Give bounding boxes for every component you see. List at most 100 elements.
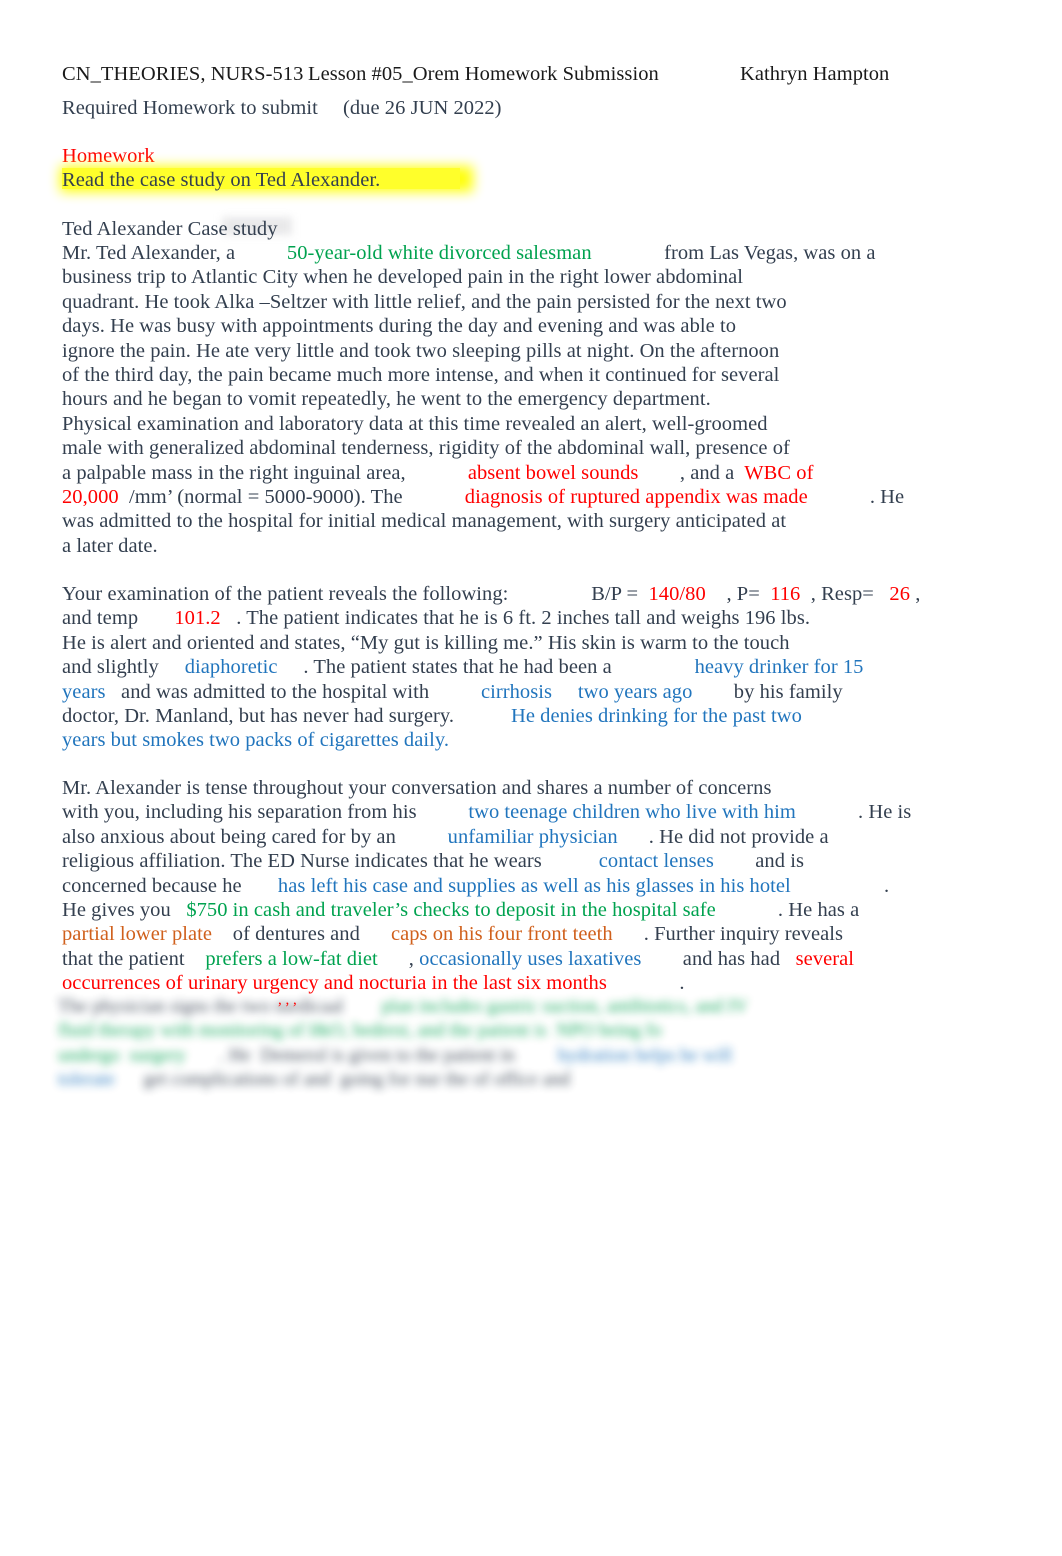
case-study-run: was admitted to the hospital for initial… — [62, 510, 787, 533]
examination-run: , Resp= — [800, 583, 880, 605]
case-study-line-5: ignore the pain. He ate very little and … — [62, 339, 779, 364]
concerns-run: of dentures and — [212, 923, 391, 946]
examination-run: 116 — [765, 583, 801, 605]
examination-run: cirrhosis — [480, 680, 553, 703]
concerns-line-5: concerned because he has left his case a… — [62, 874, 889, 899]
concerns-run: partial lower plate — [62, 923, 213, 946]
concerns-run: Mr. Alexander is tense throughout your c… — [62, 777, 772, 799]
concerns-run: has left his case and supplies as well a… — [277, 874, 791, 897]
examination-run: , — [910, 583, 921, 605]
obscured-line-2: fluid therapy with monitoring of I&O, be… — [58, 1019, 662, 1044]
case-study-run: 50-year-old white divorced salesman — [286, 242, 592, 264]
obscured-run — [520, 1045, 558, 1066]
case-study-line-4: days. He was busy with appointments duri… — [62, 314, 736, 339]
case-study-line-7: hours and he began to vomit repeatedly, … — [62, 387, 711, 412]
examination-run: years — [62, 680, 106, 703]
examination-run: two years ago — [577, 680, 693, 703]
case-study-line-8: Physical examination and laboratory data… — [62, 412, 768, 437]
concerns-run: two teenage children who live with him — [468, 801, 796, 824]
concerns-line-1: Mr. Alexander is tense throughout your c… — [62, 776, 772, 801]
case-study-line-1: Mr. Ted Alexander, a 50-year-old white d… — [62, 241, 876, 266]
examination-run: heavy drinker for 15 — [694, 656, 864, 679]
case-study-title: Ted Alexander Case study — [62, 218, 278, 240]
obscured-line-3: undergo surgery . He Demerol is given to… — [58, 1044, 732, 1069]
case-study-line-10: a palpable mass in the right inguinal ar… — [62, 461, 813, 486]
case-study-run: days. He was busy with appointments duri… — [62, 315, 736, 338]
case-study-run: a palpable mass in the right inguinal ar… — [62, 461, 468, 484]
concerns-run: also anxious about being cared for by an — [62, 825, 448, 848]
concerns-line-2: with you, including his separation from … — [62, 800, 911, 825]
case-study-line-6: of the third day, the pain became much m… — [62, 363, 779, 388]
examination-line-5: years and was admitted to the hospital w… — [62, 680, 843, 705]
header-subtitle-left: Required Homework to submit — [62, 97, 318, 119]
concerns-run: several — [795, 947, 855, 970]
concerns-run: occasionally uses laxatives — [419, 947, 642, 970]
examination-run: and slightly — [62, 656, 185, 679]
obscured-line-4: tolerate get complications of and going … — [58, 1068, 570, 1093]
concerns-run: . He did not provide a — [617, 825, 829, 848]
concerns-run: contact lenses — [598, 850, 714, 873]
concerns-line-3: also anxious about being cared for by an… — [62, 825, 829, 850]
obscured-run: hydration helps he will — [557, 1044, 733, 1066]
examination-run: 140/80 — [643, 583, 706, 605]
case-study-run: Mr. Ted Alexander, a — [62, 242, 287, 264]
case-study-run: hours and he began to vomit repeatedly, … — [62, 388, 711, 411]
concerns-run: . Further inquiry reveals — [612, 923, 844, 946]
examination-run: He is alert and oriented and states, “My… — [62, 631, 790, 654]
examination-run: B/P = — [591, 583, 644, 605]
examination-run — [552, 681, 578, 703]
concerns-line-4: religious affiliation. The ED Nurse indi… — [62, 849, 804, 874]
concerns-run: prefers a low-fat diet — [205, 947, 378, 970]
examination-line-2: and temp 101.2 . The patient indicates t… — [62, 606, 810, 631]
obscured-red-fragment: , , , — [278, 992, 297, 1008]
case-study-line-12: was admitted to the hospital for initial… — [62, 509, 786, 534]
concerns-run: occurrences of urinary urgency and noctu… — [62, 972, 607, 995]
obscured-run: NPO being fo — [556, 1020, 662, 1042]
concerns-run: . — [790, 874, 890, 897]
case-study-run: /mm’ (normal = 5000-9000). The — [118, 486, 465, 508]
concerns-run: . He is — [795, 801, 912, 824]
examination-line-4: and slightly diaphoretic . The patient s… — [62, 655, 864, 680]
obscured-run: undergo — [58, 1044, 120, 1066]
case-study-run: a later date. — [62, 534, 158, 557]
obscured-run: plan includes gastric suction, antibioti… — [381, 996, 748, 1017]
case-study-run: male with generalized abdominal tenderne… — [62, 437, 790, 460]
concerns-line-9: occurrences of urinary urgency and noctu… — [62, 971, 685, 996]
examination-run: . The patient indicates that he is 6 ft.… — [220, 607, 811, 630]
concerns-run: . — [606, 972, 685, 995]
examination-run: and was admitted to the hospital with — [105, 680, 481, 703]
concerns-line-8: that the patient prefers a low-fat diet … — [62, 947, 854, 972]
case-study-line-13: a later date. — [62, 534, 158, 559]
homework-label: Homework — [62, 145, 155, 167]
case-study-line-9: male with generalized abdominal tenderne… — [62, 436, 790, 461]
obscured-run: The physician signs the two medicaal — [58, 996, 382, 1017]
case-study-run: from Las Vegas, was on a — [591, 242, 876, 264]
case-study-run: quadrant. He took Alka –Seltzer with lit… — [62, 290, 787, 313]
examination-run: years but smokes two packs of cigarettes… — [62, 729, 449, 752]
examination-run: diaphoretic — [184, 656, 278, 679]
concerns-line-7: partial lower plate of dentures and caps… — [62, 922, 843, 947]
concerns-run: and is — [713, 850, 804, 873]
header-course: CN_THEORIES, NURS-513 — [62, 63, 304, 85]
header-lesson: Lesson #05_Orem Homework Submission — [308, 63, 659, 85]
examination-run: Your examination of the patient reveals … — [62, 583, 592, 605]
concerns-run: . He has a — [715, 899, 860, 921]
obscured-run: . He Demerol is given to the patient in — [186, 1044, 520, 1066]
document-page: CN_THEORIES, NURS-513 Lesson #05_Orem Ho… — [0, 0, 1062, 1556]
concerns-run: and has had — [641, 947, 796, 970]
obscured-run: fluid therapy with monitoring of I&O, be… — [58, 1020, 557, 1042]
examination-run: by his family — [692, 680, 843, 703]
examination-run: doctor, Dr. Manland, but has never had s… — [62, 705, 511, 727]
obscured-line-1: The physician signs the two medicaal pla… — [58, 995, 748, 1020]
case-study-run: 20,000 — [62, 486, 119, 508]
examination-run: , P= — [705, 583, 766, 605]
case-study-run: WBC of — [744, 461, 814, 484]
examination-run: 26 — [879, 583, 911, 605]
concerns-run: that the patient — [62, 947, 206, 970]
case-study-run: absent bowel sounds — [467, 461, 639, 484]
concerns-run: religious affiliation. The ED Nurse indi… — [62, 850, 599, 873]
examination-run: and temp — [62, 607, 175, 630]
case-study-run: of the third day, the pain became much m… — [62, 364, 780, 386]
concerns-run: , — [377, 947, 420, 970]
header-student-name: Kathryn Hampton — [740, 63, 890, 85]
